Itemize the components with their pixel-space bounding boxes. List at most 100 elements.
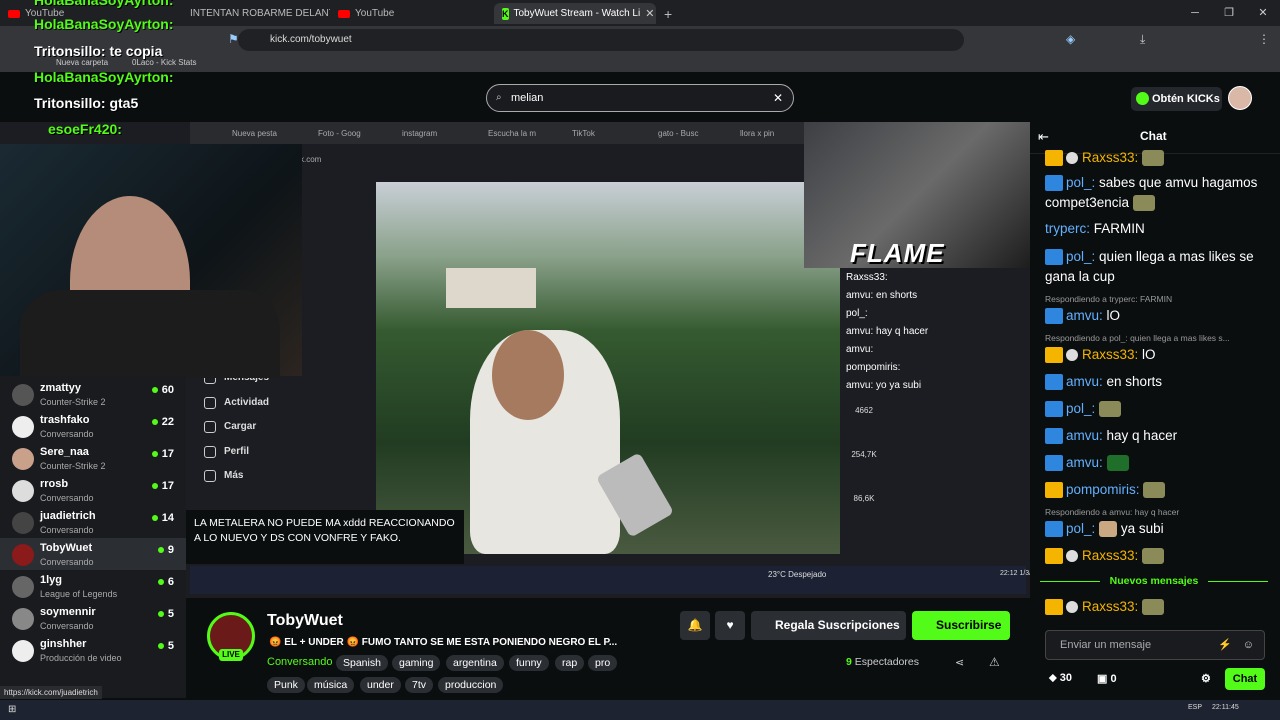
bookmark-icon[interactable]: ⚑: [228, 32, 239, 46]
channel-name[interactable]: TobyWuet: [267, 612, 343, 630]
live-dot-icon: [151, 387, 158, 394]
avatar: [12, 384, 34, 406]
sidebar-item-following-selected[interactable]: TobyWuet Conversando 9: [0, 538, 186, 570]
skull-icon: [1066, 152, 1078, 165]
chat-settings-icon[interactable]: ⚙: [1201, 672, 1211, 685]
emote-icon: [1106, 455, 1129, 472]
tag-chip[interactable]: produccion: [438, 677, 504, 693]
tag-chip[interactable]: gaming: [392, 655, 441, 671]
sidebar-item-following[interactable]: soymennir Conversando 5: [0, 602, 186, 634]
kicks-balance[interactable]: ⬥ 30: [1049, 672, 1072, 685]
badge-icon: [1045, 347, 1063, 364]
badge-icon: [1045, 482, 1063, 499]
overlay-chat-line: Tritonsillo: te copia: [34, 43, 163, 59]
sidebar-item-following[interactable]: 1lyg League of Legends 6: [0, 570, 186, 602]
download-icon[interactable]: ⤓: [1140, 32, 1145, 47]
system-clock: 22:11:45: [1212, 704, 1239, 711]
emote-icon: [1099, 401, 1122, 418]
chat-message: pol_: quien llega a mas likes se gana la…: [1045, 249, 1254, 284]
maximize-icon[interactable]: ❐: [1212, 0, 1246, 26]
live-dot-icon: [151, 515, 158, 522]
chat-message: pompomiris:: [1045, 480, 1265, 500]
gift-subs-button[interactable]: Regala Suscripciones: [751, 611, 906, 640]
sidebar-item-following[interactable]: zmattyy Counter-Strike 2 60: [0, 378, 186, 410]
kicks-icon: ⬥: [1049, 672, 1060, 684]
tag-chip[interactable]: Spanish: [336, 655, 388, 671]
url-input[interactable]: kick.com/tobywuet: [238, 29, 964, 51]
skull-icon: [1066, 349, 1078, 362]
kick-icon: K: [502, 7, 509, 20]
emote-picker-icon[interactable]: ⚡: [1218, 631, 1232, 659]
overlay-chat-line: HolaBanaSoyAyrton:: [34, 0, 174, 8]
new-tab-button[interactable]: +: [664, 3, 672, 24]
points-balance[interactable]: ▣ 0: [1097, 672, 1117, 685]
skull-icon: [1066, 601, 1078, 614]
sidebar-item-following[interactable]: rrosb Conversando 17: [0, 474, 186, 506]
notification-bell-button[interactable]: 🔔: [680, 611, 710, 640]
flame-logo: FLAME: [850, 238, 945, 268]
bookmark-link[interactable]: 0Laco - Kick Stats: [132, 58, 196, 67]
tag-chip[interactable]: Punk: [267, 677, 305, 693]
youtube-icon: [8, 9, 20, 18]
reply-context: Respondiendo a pol_: quien llega a mas l…: [1045, 333, 1230, 343]
stream-weather: 23°C Despejado: [768, 570, 827, 579]
avatar: [12, 640, 34, 662]
search-input[interactable]: ⌕ melian ✕: [486, 84, 794, 112]
badge-icon: [1045, 308, 1063, 325]
tag-chip[interactable]: argentina: [446, 655, 504, 671]
chat-message: pol_:: [1045, 399, 1265, 419]
clear-search-icon[interactable]: ✕: [773, 85, 783, 111]
badge-icon: [1045, 249, 1063, 266]
viewer-count: 9 Espectadores: [846, 656, 919, 668]
report-icon[interactable]: ⚠: [989, 655, 1000, 669]
tag-chip[interactable]: rap: [555, 655, 585, 671]
stream-category[interactable]: Conversando: [267, 656, 332, 668]
badge-icon: [1045, 599, 1063, 616]
close-window-icon[interactable]: ✕: [1246, 0, 1280, 26]
extension-icon[interactable]: ◈: [1066, 32, 1075, 46]
chat-message: amvu:: [1045, 453, 1265, 473]
send-chat-button[interactable]: Chat: [1225, 668, 1265, 690]
windows-start-icon[interactable]: ⊞: [8, 704, 16, 715]
avatar: [12, 416, 34, 438]
live-dot-icon: [157, 643, 164, 650]
chat-message-input[interactable]: Enviar un mensaje ⚡ ☺: [1045, 630, 1265, 660]
follow-heart-button[interactable]: ♥: [715, 611, 745, 640]
language-indicator: ESP: [1188, 704, 1203, 711]
person-head-shape: [492, 330, 564, 420]
avatar: [12, 480, 34, 502]
tag-chip[interactable]: funny: [509, 655, 549, 671]
browser-tab-active[interactable]: K TobyWuet Stream - Watch Li ✕: [494, 3, 656, 24]
close-tab-icon[interactable]: ✕: [645, 7, 654, 20]
status-url: https://kick.com/juadietrich: [0, 686, 102, 699]
tag-chip[interactable]: under: [360, 677, 401, 693]
avatar: [12, 448, 34, 470]
house-shape: [446, 268, 536, 308]
collapse-chat-icon[interactable]: ⇤: [1038, 129, 1049, 145]
bookmark-folder[interactable]: Nueva carpeta: [56, 58, 108, 67]
chat-message: pol_: sabes que amvu hagamos compet3enci…: [1045, 175, 1258, 212]
youtube-icon: [338, 9, 350, 18]
get-kicks-button[interactable]: Obtén KICKs: [1131, 87, 1222, 111]
tag-chip[interactable]: pro: [588, 655, 618, 671]
sidebar-item-following[interactable]: Sere_naa Counter-Strike 2 17: [0, 442, 186, 474]
stream-inner-menu: Mensajes Actividad Cargar Perfil Más: [196, 372, 269, 495]
chat-message: pol_: ya subi: [1045, 519, 1265, 539]
browser-tab[interactable]: YouTube: [338, 3, 394, 24]
minimize-icon[interactable]: ─: [1178, 0, 1212, 26]
badge-icon: [1045, 150, 1063, 167]
user-avatar[interactable]: [1228, 86, 1252, 110]
sidebar-item-following[interactable]: ginshher Producción de video 5: [0, 634, 186, 666]
emote-icon: [1143, 482, 1166, 499]
tag-chip[interactable]: 7tv: [405, 677, 434, 693]
chat-message: tryperc: FARMIN: [1045, 221, 1145, 236]
tag-chip[interactable]: música: [307, 677, 355, 693]
share-icon[interactable]: ⋖: [955, 656, 964, 669]
browser-tab[interactable]: INTENTAN ROBARME DELANTE de M: [190, 3, 330, 24]
sidebar-item-following[interactable]: trashfako Conversando 22: [0, 410, 186, 442]
new-messages-divider[interactable]: Nuevos mensajes: [1040, 575, 1268, 587]
emoji-icon[interactable]: ☺: [1243, 631, 1254, 659]
menu-icon[interactable]: ⋮: [1258, 32, 1270, 46]
sidebar-item-following[interactable]: juadietrich Conversando 14: [0, 506, 186, 538]
subscribe-button[interactable]: Suscribirse: [912, 611, 1010, 640]
